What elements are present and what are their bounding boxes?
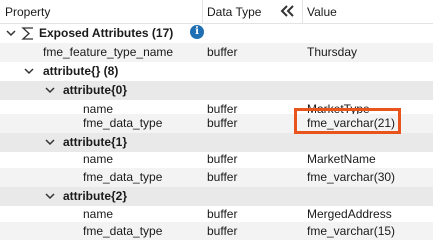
chevron-down-icon[interactable] (24, 66, 34, 76)
value-column-header[interactable]: Value (307, 5, 337, 19)
value: fme_varchar(21) (307, 116, 396, 130)
property-name: fme_feature_type_name (43, 45, 174, 59)
tree-label: attribute{0} (63, 83, 128, 97)
tree-row-attribute-1-name[interactable]: name buffer MarketName (0, 150, 433, 169)
tree-row-attribute-1-data-type[interactable]: fme_data_type buffer fme_varchar(30) (0, 168, 433, 187)
property-name: name (83, 152, 114, 166)
tree-label: attribute{1} (63, 135, 128, 149)
column-header: Property Data Type Value (0, 0, 433, 24)
tree-label: attribute{2} (63, 189, 128, 203)
tree-row-attribute-2-data-type[interactable]: fme_data_type buffer fme_varchar(15) (0, 222, 433, 240)
info-icon[interactable]: i (190, 25, 204, 39)
value: MarketName (307, 152, 376, 166)
tree-row-attribute-list[interactable]: attribute{} (8) (0, 62, 433, 81)
tree-row-attribute-0-data-type[interactable]: fme_data_type buffer fme_varchar(21) (0, 114, 433, 133)
data-type: buffer (207, 170, 238, 184)
value: Thursday (307, 45, 358, 59)
property-name: fme_data_type (83, 116, 163, 130)
chevron-down-icon[interactable] (45, 85, 55, 95)
tree-row-feature-type-name[interactable]: fme_feature_type_name buffer Thursday (0, 43, 433, 62)
data-type: buffer (207, 152, 238, 166)
tree-label: Exposed Attributes (17) (39, 26, 174, 40)
property-column-header[interactable]: Property (5, 5, 50, 19)
value: MergedAddress (307, 207, 392, 221)
property-name: name (83, 207, 114, 221)
chevron-down-icon[interactable] (45, 137, 55, 147)
sigma-icon (21, 27, 33, 40)
data-type: buffer (207, 45, 238, 59)
tree-label: attribute{} (8) (43, 64, 119, 78)
value: fme_varchar(30) (307, 170, 396, 184)
data-type: buffer (207, 224, 238, 238)
data-type-column-header[interactable]: Data Type (207, 5, 261, 19)
property-name: fme_data_type (83, 224, 163, 238)
data-type: buffer (207, 207, 238, 221)
column-divider[interactable] (202, 0, 203, 23)
tree-row-attribute-0[interactable]: attribute{0} (0, 81, 433, 100)
property-name: fme_data_type (83, 170, 163, 184)
chevron-down-icon[interactable] (6, 28, 16, 38)
value: fme_varchar(15) (307, 224, 396, 238)
chevron-down-icon[interactable] (45, 191, 55, 201)
data-type: buffer (207, 116, 238, 130)
tree-row-exposed-attributes[interactable]: Exposed Attributes (17) i (0, 24, 433, 43)
column-divider[interactable] (302, 0, 303, 23)
tree-row-attribute-2[interactable]: attribute{2} (0, 187, 433, 206)
double-chevron-left-icon[interactable] (279, 3, 295, 19)
